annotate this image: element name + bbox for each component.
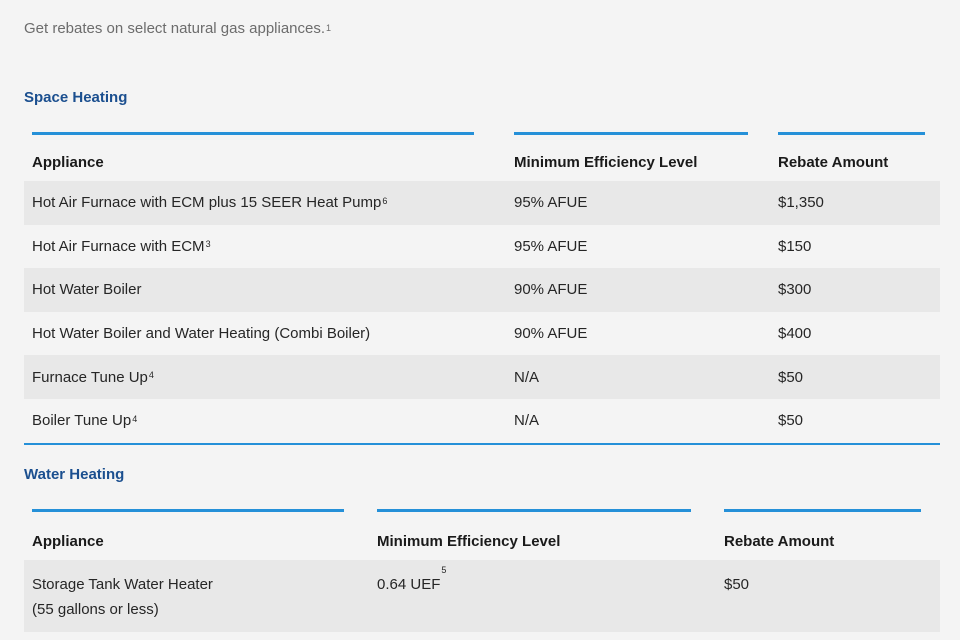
cell-appliance: Hot Air Furnace with ECM plus 15 SEER He… <box>32 194 388 212</box>
space-heating-table: Appliance Minimum Efficiency Level Rebat… <box>24 132 940 445</box>
table-row: Boiler Tune Up 4 N/A $50 <box>24 399 940 443</box>
cell-appliance: Hot Water Boiler and Water Heating (Comb… <box>32 312 370 356</box>
cell-appliance: Storage Tank Water Heater (55 gallons or … <box>32 560 213 632</box>
column-header-appliance: Appliance <box>32 154 104 171</box>
cell-text: 95% AFUE <box>514 237 588 255</box>
cell-appliance-text: Storage Tank Water Heater (55 gallons or … <box>32 572 213 622</box>
cell-rebate: $150 <box>778 225 811 269</box>
cell-text: Hot Air Furnace with ECM <box>32 237 205 255</box>
cell-appliance: Furnace Tune Up 4 <box>32 368 154 386</box>
column-header-rebate: Rebate Amount <box>778 154 889 171</box>
cell-text: 0.64 UEF <box>377 576 441 593</box>
cell-efficiency: N/A <box>514 355 539 399</box>
table-row: Storage Tank Water Heater (55 gallons or … <box>24 560 940 632</box>
table-row: Hot Water Boiler 90% AFUE $300 <box>24 268 940 312</box>
cell-efficiency: N/A <box>514 399 539 443</box>
cell-appliance: Boiler Tune Up 4 <box>32 412 138 430</box>
cell-text-line2: (55 gallons or less) <box>32 601 159 618</box>
cell-efficiency: 95% AFUE <box>514 181 587 225</box>
cell-text: Boiler Tune Up <box>32 412 132 430</box>
cell-text: Hot Water Boiler <box>32 281 142 299</box>
intro-text: Get rebates on select natural gas applia… <box>24 20 332 37</box>
table-header-row: Appliance Minimum Efficiency Level Rebat… <box>24 135 940 181</box>
section-title-water-heating: Water Heating <box>24 466 125 483</box>
table-row: Hot Air Furnace with ECM 3 95% AFUE $150 <box>24 225 940 269</box>
cell-text: $50 <box>724 576 750 593</box>
column-header-appliance: Appliance <box>32 533 104 550</box>
cell-rebate: $400 <box>778 312 811 356</box>
cell-text: N/A <box>514 412 540 430</box>
cell-text: $50 <box>778 368 804 386</box>
section-title-space-heating: Space Heating <box>24 89 128 106</box>
column-header-rebate: Rebate Amount <box>724 533 835 550</box>
cell-text: 90% AFUE <box>514 325 588 343</box>
cell-appliance: Hot Air Furnace with ECM 3 <box>32 237 211 255</box>
cell-appliance: Hot Water Boiler <box>32 268 141 312</box>
footnote-ref: 1 <box>326 23 332 33</box>
cell-text: Hot Water Boiler and Water Heating (Comb… <box>32 325 371 343</box>
table-row: Hot Air Furnace with ECM plus 15 SEER He… <box>24 181 940 225</box>
cell-text: Hot Air Furnace with ECM plus 15 SEER He… <box>32 194 382 212</box>
cell-text: $400 <box>778 325 812 343</box>
cell-text: $150 <box>778 237 812 255</box>
cell-text: N/A <box>514 368 540 386</box>
cell-rebate: $1,350 <box>778 181 824 225</box>
cell-text: 90% AFUE <box>514 281 588 299</box>
cell-efficiency: 90% AFUE <box>514 268 587 312</box>
cell-text: $50 <box>778 412 804 430</box>
cell-efficiency: 90% AFUE <box>514 312 587 356</box>
table-row: Hot Water Boiler and Water Heating (Comb… <box>24 312 940 356</box>
cell-rebate: $50 <box>778 399 803 443</box>
column-header-efficiency: Minimum Efficiency Level <box>377 533 561 550</box>
cell-efficiency: 0.64 UEF 5 <box>377 560 446 632</box>
water-heating-table: Appliance Minimum Efficiency Level Rebat… <box>24 509 940 632</box>
table-bottom-rule <box>24 442 940 445</box>
column-header-efficiency: Minimum Efficiency Level <box>514 154 698 171</box>
cell-text: Furnace Tune Up <box>32 368 148 386</box>
cell-text: $1,350 <box>778 194 824 212</box>
cell-efficiency: 95% AFUE <box>514 225 587 269</box>
cell-rebate: $50 <box>724 560 749 632</box>
table-row: Furnace Tune Up 4 N/A $50 <box>24 355 940 399</box>
cell-rebate: $300 <box>778 268 811 312</box>
table-header-row: Appliance Minimum Efficiency Level Rebat… <box>24 512 940 560</box>
cell-text: 95% AFUE <box>514 194 588 212</box>
cell-text: $300 <box>778 281 812 299</box>
cell-rebate: $50 <box>778 355 803 399</box>
cell-text-line1: Storage Tank Water Heater <box>32 576 213 593</box>
